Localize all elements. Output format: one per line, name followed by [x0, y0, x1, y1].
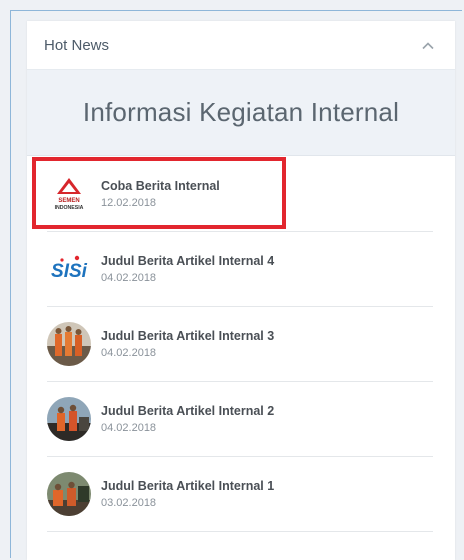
- news-photo: [47, 322, 91, 366]
- logo-text-sisi: SISi: [51, 261, 88, 282]
- news-item[interactable]: Judul Berita Artikel Internal 3 04.02.20…: [47, 307, 433, 382]
- logo-text-indonesia: INDONESIA: [55, 205, 84, 211]
- section-title: Informasi Kegiatan Internal: [82, 97, 400, 127]
- semen-indonesia-logo: SEMEN INDONESIA: [47, 172, 91, 216]
- news-photo: [47, 397, 91, 441]
- chevron-up-icon: [422, 41, 434, 49]
- panel-title: Hot News: [44, 36, 110, 54]
- news-list: SEMEN INDONESIA Coba Berita Internal 12.…: [27, 156, 455, 532]
- news-date: 04.02.2018: [101, 272, 157, 284]
- panel-header: Hot News: [27, 21, 455, 70]
- news-title: Judul Berita Artikel Internal 3: [101, 329, 275, 343]
- news-date: 03.02.2018: [101, 497, 157, 509]
- logo-text-semen: SEMEN: [58, 198, 79, 204]
- news-title: Judul Berita Artikel Internal 2: [101, 404, 275, 418]
- sisi-logo: SISi: [47, 247, 91, 291]
- news-item[interactable]: Judul Berita Artikel Internal 2 04.02.20…: [47, 382, 433, 457]
- news-item[interactable]: SEMEN INDONESIA Coba Berita Internal 12.…: [47, 156, 433, 232]
- collapse-button[interactable]: [417, 34, 439, 56]
- news-photo: [47, 472, 91, 516]
- news-date: 12.02.2018: [101, 196, 157, 209]
- news-item[interactable]: SISi Judul Berita Artikel Internal 4 04.…: [47, 232, 433, 307]
- news-date: 04.02.2018: [101, 422, 157, 434]
- hot-news-panel: Hot News Informasi Kegiatan Internal SEM…: [27, 21, 455, 560]
- news-date: 04.02.2018: [101, 347, 157, 359]
- news-title: Judul Berita Artikel Internal 4: [101, 254, 275, 268]
- news-item[interactable]: Judul Berita Artikel Internal 1 03.02.20…: [47, 457, 433, 532]
- news-title: Coba Berita Internal: [101, 178, 220, 193]
- section-header: Informasi Kegiatan Internal: [27, 70, 455, 156]
- news-title: Judul Berita Artikel Internal 1: [101, 479, 275, 493]
